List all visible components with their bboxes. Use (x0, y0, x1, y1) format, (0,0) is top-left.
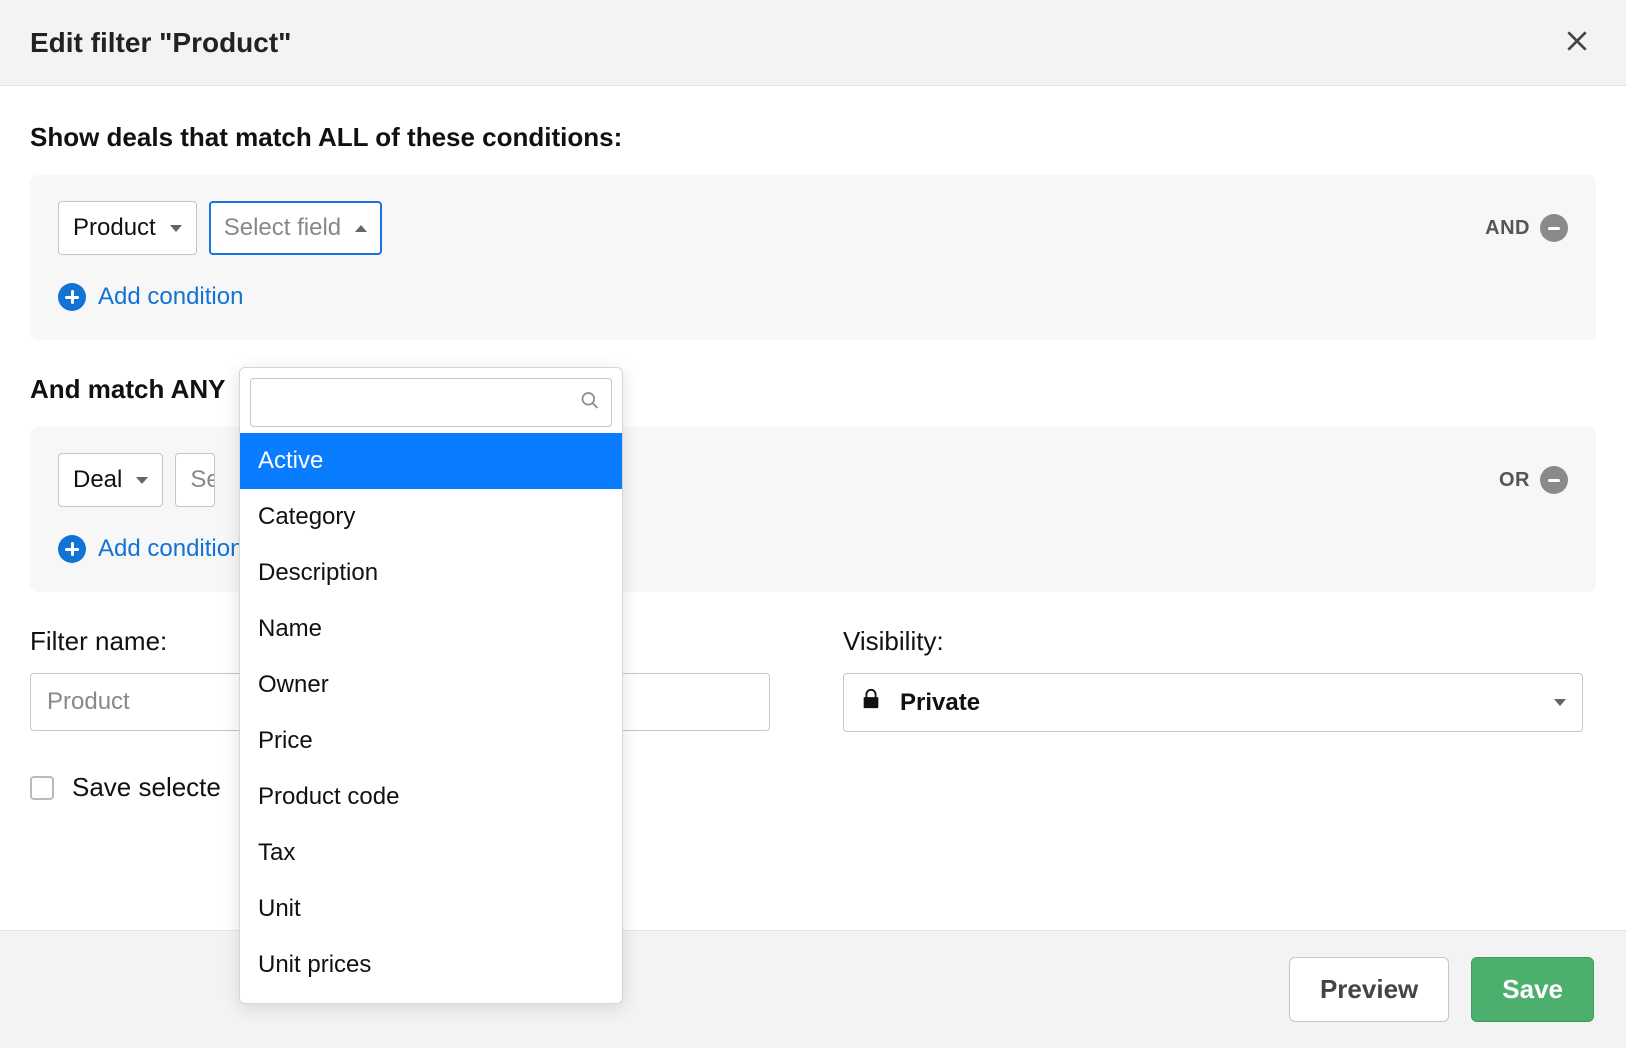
all-conditions-block: Product Select field AND Add condition (30, 175, 1596, 340)
save-columns-label: Save selecte (72, 772, 221, 803)
remove-condition-button[interactable] (1540, 214, 1568, 242)
logic-and-label: AND (1485, 217, 1530, 240)
field-select[interactable]: Se (175, 453, 215, 507)
dropdown-item-description[interactable]: Description (240, 545, 622, 601)
dropdown-item-unit-prices[interactable]: Unit prices (240, 937, 622, 993)
search-icon (580, 390, 600, 415)
save-columns-checkbox[interactable] (30, 776, 54, 800)
logic-or-label: OR (1499, 469, 1530, 492)
visibility-label: Visibility: (843, 626, 1596, 657)
add-condition-label: Add condition (98, 283, 243, 311)
chevron-down-icon (170, 225, 182, 232)
chevron-up-icon (355, 225, 367, 232)
field-select[interactable]: Select field (209, 201, 382, 255)
chevron-down-icon (136, 477, 148, 484)
row-controls: AND (1485, 214, 1568, 242)
condition-row: Product Select field AND (58, 201, 1568, 255)
field-select-placeholder: Select field (224, 214, 341, 242)
visibility-col: Visibility: Private (843, 626, 1596, 732)
lock-icon (860, 688, 882, 717)
any-conditions-heading: And match ANY (30, 374, 240, 405)
dropdown-list: Active Category Description Name Owner P… (240, 433, 622, 993)
save-button[interactable]: Save (1471, 957, 1594, 1022)
dropdown-item-product-code[interactable]: Product code (240, 769, 622, 825)
row-controls: OR (1499, 466, 1568, 494)
close-icon (1564, 42, 1590, 57)
dropdown-item-name[interactable]: Name (240, 601, 622, 657)
modal-title: Edit filter "Product" (30, 27, 291, 59)
dropdown-item-category[interactable]: Category (240, 489, 622, 545)
edit-filter-modal: Edit filter "Product" Show deals that ma… (0, 0, 1626, 1048)
modal-body: Show deals that match ALL of these condi… (0, 86, 1626, 930)
dropdown-search-input[interactable] (250, 378, 612, 427)
plus-icon (58, 283, 86, 311)
add-condition-label: Add condition (98, 535, 243, 563)
add-condition-button[interactable]: Add condition (58, 283, 243, 311)
close-button[interactable] (1558, 22, 1596, 63)
entity-select-value: Product (73, 214, 156, 242)
field-dropdown: Active Category Description Name Owner P… (239, 367, 623, 1004)
entity-select[interactable]: Product (58, 201, 197, 255)
preview-button[interactable]: Preview (1289, 957, 1449, 1022)
entity-select-value: Deal (73, 466, 122, 494)
dropdown-item-owner[interactable]: Owner (240, 657, 622, 713)
add-condition-button[interactable]: Add condition (58, 535, 243, 563)
plus-icon (58, 535, 86, 563)
remove-condition-button[interactable] (1540, 466, 1568, 494)
all-conditions-heading: Show deals that match ALL of these condi… (30, 122, 1596, 153)
visibility-select[interactable]: Private (843, 673, 1583, 732)
dropdown-item-price[interactable]: Price (240, 713, 622, 769)
modal-header: Edit filter "Product" (0, 0, 1626, 86)
dropdown-item-unit[interactable]: Unit (240, 881, 622, 937)
visibility-value: Private (900, 689, 980, 717)
dropdown-search-wrapper (250, 378, 612, 427)
dropdown-item-active[interactable]: Active (240, 433, 622, 489)
field-select-partial: Se (190, 466, 215, 494)
chevron-down-icon (1554, 699, 1566, 706)
dropdown-item-tax[interactable]: Tax (240, 825, 622, 881)
entity-select[interactable]: Deal (58, 453, 163, 507)
